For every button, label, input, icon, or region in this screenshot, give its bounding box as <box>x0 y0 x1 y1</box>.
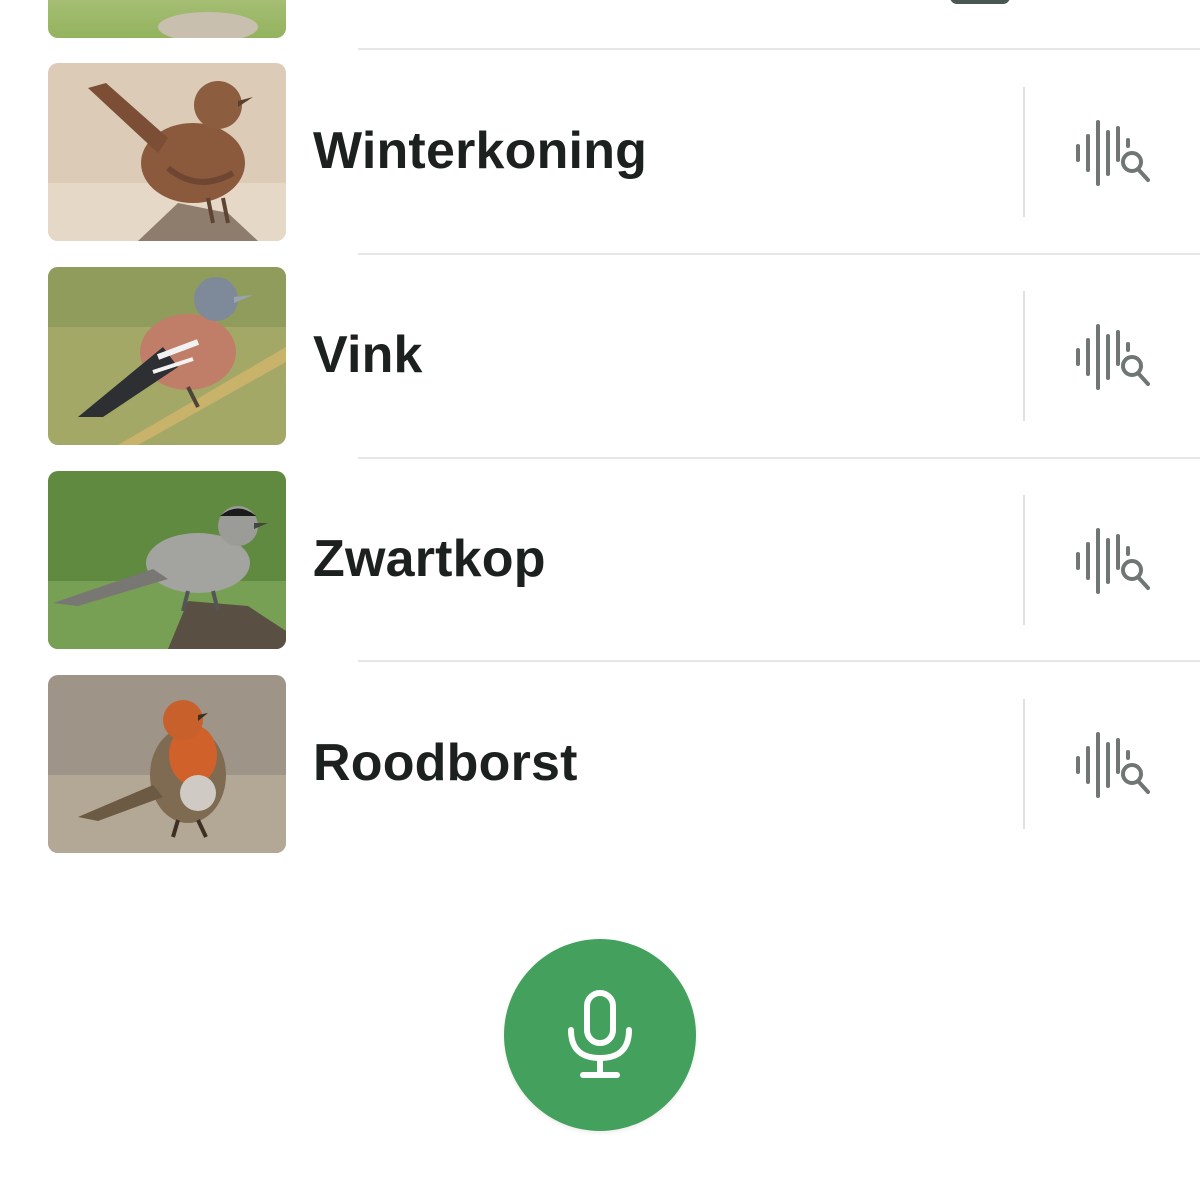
sound-search-icon <box>1076 120 1150 186</box>
row-separator <box>1023 699 1025 829</box>
bird-name: Roodborst <box>313 734 578 792</box>
zwartkop-photo <box>48 471 286 649</box>
sound-search-button[interactable] <box>1064 317 1160 397</box>
sound-search-button[interactable] <box>1064 521 1160 601</box>
roodborst-photo <box>48 675 286 853</box>
list-item[interactable]: Zwartkop <box>0 471 1200 651</box>
bird-name: Vink <box>313 326 423 384</box>
list-divider <box>358 253 1200 255</box>
list-item[interactable]: Vink <box>0 267 1200 447</box>
list-item[interactable]: Roodborst <box>0 675 1200 855</box>
list-divider <box>358 660 1200 662</box>
sound-search-button[interactable] <box>1064 725 1160 805</box>
row-separator <box>1023 495 1025 625</box>
sound-search-icon <box>1076 324 1150 390</box>
record-button[interactable] <box>504 939 696 1131</box>
sound-search-icon <box>1076 528 1150 594</box>
list-divider <box>358 48 1200 50</box>
microphone-icon <box>568 990 632 1078</box>
vink-photo <box>48 267 286 445</box>
sound-search-icon <box>1076 732 1150 798</box>
bird-name: Zwartkop <box>313 530 546 588</box>
previous-bird-thumbnail <box>48 0 286 38</box>
bird-name: Winterkoning <box>313 122 648 180</box>
row-separator <box>1023 291 1025 421</box>
row-separator <box>1023 87 1025 217</box>
list-item[interactable]: Winterkoning <box>0 63 1200 243</box>
scroll-handle <box>950 0 1010 4</box>
winterkoning-photo <box>48 63 286 241</box>
list-divider <box>358 457 1200 459</box>
sound-search-button[interactable] <box>1064 113 1160 193</box>
